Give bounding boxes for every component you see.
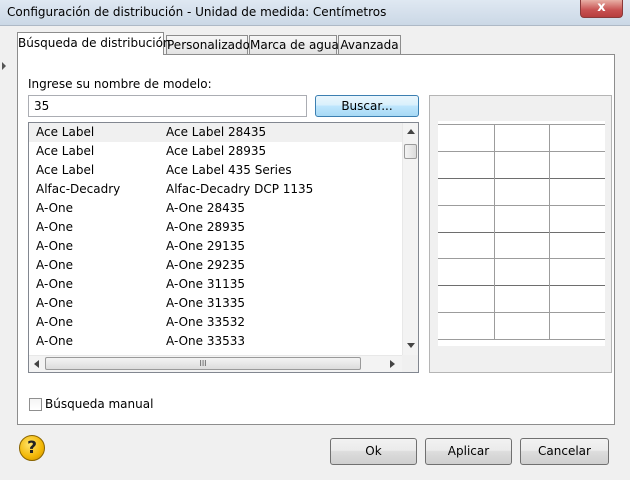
- brand-cell: Ace Label: [36, 144, 95, 158]
- label-preview-grid: [438, 121, 605, 346]
- model-cell: A-One 28935: [166, 220, 246, 234]
- horizontal-scrollbar[interactable]: III: [29, 355, 402, 372]
- title-bar: Configuración de distribución - Unidad d…: [0, 0, 630, 26]
- list-item[interactable]: A-One A-One 28935: [29, 218, 402, 237]
- brand-cell: A-One: [36, 296, 74, 310]
- model-cell: A-One 31135: [166, 277, 246, 291]
- list-item[interactable]: Ace Label Ace Label 28935: [29, 142, 402, 161]
- scroll-right-icon[interactable]: [390, 360, 395, 368]
- tab-custom[interactable]: Personalizado: [166, 35, 250, 54]
- brand-cell: A-One: [36, 201, 74, 215]
- list-item[interactable]: Alfac-Decadry Alfac-Decadry DCP 1135: [29, 180, 402, 199]
- model-cell: Alfac-Decadry DCP 1135: [166, 182, 314, 196]
- model-name-label: Ingrese su nombre de modelo:: [28, 77, 212, 91]
- scroll-corner: [402, 355, 418, 372]
- model-cell: A-One 31335: [166, 296, 246, 310]
- scroll-up-icon[interactable]: [407, 129, 415, 134]
- list-item[interactable]: A-One A-One 33532: [29, 313, 402, 332]
- vertical-scroll-thumb[interactable]: [404, 144, 417, 159]
- close-button[interactable]: x: [580, 0, 623, 18]
- brand-cell: Ace Label: [36, 125, 95, 139]
- cancel-button[interactable]: Cancelar: [520, 438, 609, 465]
- help-icon[interactable]: ?: [19, 435, 45, 461]
- horizontal-scroll-thumb[interactable]: III: [45, 357, 361, 370]
- model-cell: Ace Label 28435: [166, 125, 267, 139]
- scroll-down-icon[interactable]: [407, 343, 415, 348]
- list-item[interactable]: A-One A-One 31135: [29, 275, 402, 294]
- apply-button[interactable]: Aplicar: [425, 438, 512, 465]
- model-cell: A-One 28435: [166, 201, 246, 215]
- results-list: Ace Label Ace Label 28435 Ace Label Ace Lab…: [28, 122, 419, 373]
- model-cell: Ace Label 28935: [166, 144, 267, 158]
- list-item[interactable]: Ace Label Ace Label 28435: [29, 123, 402, 142]
- brand-cell: A-One: [36, 239, 74, 253]
- brand-cell: A-One: [36, 334, 74, 348]
- model-cell: A-One 29235: [166, 258, 246, 272]
- window-title: Configuración de distribución - Unidad d…: [7, 5, 387, 19]
- list-item[interactable]: A-One A-One 29135: [29, 237, 402, 256]
- tab-label: Personalizado: [167, 38, 250, 52]
- tab-advanced[interactable]: Avanzada: [338, 35, 401, 54]
- tab-watermark[interactable]: Marca de agua: [249, 35, 339, 54]
- model-cell: A-One 29135: [166, 239, 246, 253]
- brand-cell: Alfac-Decadry: [36, 182, 121, 196]
- list-item[interactable]: A-One A-One 29235: [29, 256, 402, 275]
- ok-button[interactable]: Ok: [330, 438, 417, 465]
- list-item[interactable]: Ace Label Ace Label 435 Series: [29, 161, 402, 180]
- brand-cell: Ace Label: [36, 163, 95, 177]
- brand-cell: A-One: [36, 258, 74, 272]
- tab-label: Avanzada: [340, 38, 399, 52]
- model-cell: A-One 33532: [166, 315, 246, 329]
- list-item[interactable]: A-One A-One 28435: [29, 199, 402, 218]
- layout-setup-dialog: Configuración de distribución - Unidad d…: [0, 0, 630, 480]
- brand-cell: A-One: [36, 220, 74, 234]
- list-item[interactable]: A-One A-One 33533: [29, 332, 402, 351]
- search-button[interactable]: Buscar...: [315, 95, 419, 117]
- manual-search-label: Búsqueda manual: [45, 397, 154, 411]
- model-cell: Ace Label 435 Series: [166, 163, 292, 177]
- brand-cell: A-One: [36, 315, 74, 329]
- model-cell: A-One 33533: [166, 334, 246, 348]
- expand-arrow-icon[interactable]: [2, 62, 6, 70]
- list-item[interactable]: A-One A-One 31335: [29, 294, 402, 313]
- brand-cell: A-One: [36, 277, 74, 291]
- tab-layout-search[interactable]: Búsqueda de distribución: [17, 32, 171, 55]
- tab-label: Búsqueda de distribución: [18, 36, 171, 50]
- model-name-input[interactable]: 35: [28, 95, 307, 117]
- label-preview: [429, 95, 612, 373]
- tab-label: Marca de agua: [250, 38, 339, 52]
- manual-search-checkbox[interactable]: [29, 398, 42, 411]
- close-icon: x: [597, 0, 606, 15]
- vertical-scrollbar[interactable]: [402, 123, 418, 355]
- scroll-left-icon[interactable]: [34, 360, 39, 368]
